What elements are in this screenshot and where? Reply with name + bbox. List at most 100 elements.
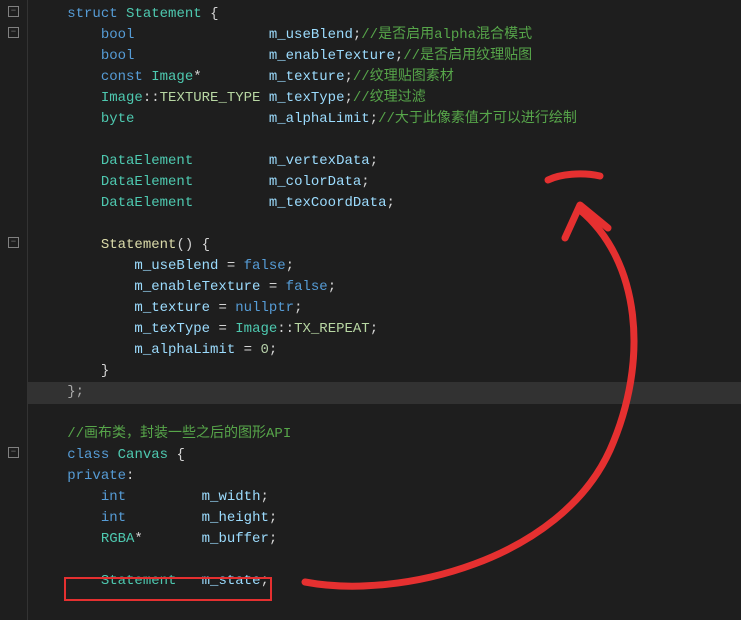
code-line: DataElement m_vertexData; [42,151,741,172]
operator: = [260,279,285,295]
semicolon: ; [328,279,336,295]
code-line: m_alphaLimit = 0; [42,340,741,361]
identifier: m_enableTexture [269,48,395,64]
literal: 0 [260,342,268,358]
type: bool [101,48,135,64]
comment: //画布类，封装一些之后的图形API [67,426,291,442]
semicolon: ; [260,489,268,505]
identifier: m_alphaLimit [134,342,235,358]
code-area[interactable]: struct Statement { bool m_useBlend;//是否启… [28,0,741,620]
code-line [42,403,741,424]
keyword: private [67,468,126,484]
code-line: int m_height; [42,508,741,529]
code-line: const Image* m_texture;//纹理贴图素材 [42,67,741,88]
code-line: Statement m_state; [42,571,741,592]
code-line: m_texType = Image::TX_REPEAT; [42,319,741,340]
operator: = [210,321,235,337]
code-line: DataElement m_colorData; [42,172,741,193]
code-line: } [42,361,741,382]
identifier: m_texType [269,90,345,106]
keyword: class [67,447,109,463]
scope-op: :: [143,90,160,106]
identifier: m_texture [134,300,210,316]
brace: } [101,363,109,379]
brace: { [168,447,185,463]
identifier: m_texType [134,321,210,337]
literal: false [286,279,328,295]
code-line: private: [42,466,741,487]
keyword: struct [67,6,117,22]
literal: false [244,258,286,274]
semicolon: ; [294,300,302,316]
code-line [42,592,741,613]
identifier: m_vertexData [269,153,370,169]
paren: () { [176,237,210,253]
type: DataElement [101,174,193,190]
code-line [42,550,741,571]
code-line: //画布类，封装一些之后的图形API [42,424,741,445]
code-line: bool m_useBlend;//是否启用alpha混合模式 [42,25,741,46]
type: TEXTURE_TYPE [160,90,261,106]
code-line: struct Statement { [42,4,741,25]
operator: = [218,258,243,274]
identifier: m_buffer [202,531,269,547]
identifier: m_enableTexture [134,279,260,295]
type: bool [101,27,135,43]
identifier: m_height [202,510,269,526]
identifier: m_width [202,489,261,505]
semicolon: ; [345,90,353,106]
semicolon: ; [370,111,378,127]
literal: nullptr [235,300,294,316]
code-line: DataElement m_texCoordData; [42,193,741,214]
comment: //纹理贴图素材 [353,69,454,85]
comment: //是否启用alpha混合模式 [361,27,532,43]
brace: }; [67,384,84,400]
code-line: bool m_enableTexture;//是否启用纹理贴图 [42,46,741,67]
identifier: m_state [202,573,261,589]
fold-gutter: − − − − [0,0,28,620]
code-editor: − − − − struct Statement { bool m_useBle… [0,0,741,620]
code-line: byte m_alphaLimit;//大于此像素值才可以进行绘制 [42,109,741,130]
semicolon: ; [269,531,277,547]
semicolon: ; [269,510,277,526]
fold-toggle-icon[interactable]: − [8,447,19,458]
type: DataElement [101,195,193,211]
fold-toggle-icon[interactable]: − [8,237,19,248]
semicolon: ; [286,258,294,274]
comment: //是否启用纹理贴图 [403,48,532,64]
enum: TX_REPEAT [294,321,370,337]
operator: = [210,300,235,316]
comment: //纹理过滤 [353,90,426,106]
brace: { [202,6,219,22]
code-line: m_texture = nullptr; [42,298,741,319]
fold-toggle-icon[interactable]: − [8,6,19,17]
code-line: RGBA* m_buffer; [42,529,741,550]
type: byte [101,111,135,127]
operator: * [193,69,201,85]
keyword: const [101,69,143,85]
type: Image [143,69,193,85]
code-line: int m_width; [42,487,741,508]
type-name: Statement [126,6,202,22]
type: int [101,510,126,526]
namespace: Image [235,321,277,337]
type: Statement [101,573,177,589]
semicolon: ; [269,342,277,358]
namespace: Image [101,90,143,106]
semicolon: ; [353,27,361,43]
code-line: m_enableTexture = false; [42,277,741,298]
type: int [101,489,126,505]
semicolon: ; [370,153,378,169]
fold-toggle-icon[interactable]: − [8,27,19,38]
scope-op: :: [277,321,294,337]
code-line: m_useBlend = false; [42,256,741,277]
semicolon: ; [386,195,394,211]
semicolon: ; [260,573,268,589]
identifier: m_texCoordData [269,195,387,211]
semicolon: ; [345,69,353,85]
operator: * [134,531,142,547]
code-line: Statement() { [42,235,741,256]
code-line: class Canvas { [42,445,741,466]
comment: //大于此像素值才可以进行绘制 [378,111,577,127]
identifier: m_useBlend [134,258,218,274]
